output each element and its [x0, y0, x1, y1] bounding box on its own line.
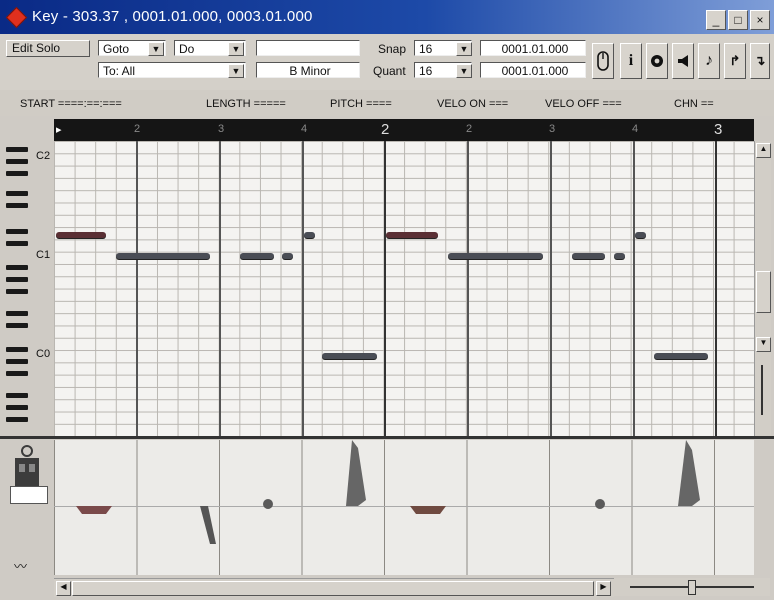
ruler-mark: 3 [549, 123, 556, 135]
midi-note[interactable] [654, 353, 708, 359]
step-up-icon[interactable]: ↱ [724, 43, 746, 79]
ruler-mark: 3 [218, 123, 225, 135]
title-bar[interactable]: Key - 303.37 , 0001.01.000, 0003.01.000 … [0, 0, 774, 34]
mouse-icon[interactable] [592, 43, 614, 79]
velo-on-info: VELO ON === [437, 98, 509, 110]
midi-note[interactable] [304, 232, 315, 238]
velo-off-info: VELO OFF === [545, 98, 622, 110]
zoom-slider-handle[interactable] [688, 580, 696, 595]
info-icon[interactable]: i [620, 43, 642, 79]
horizontal-scroll-thumb[interactable] [72, 581, 594, 596]
midi-note[interactable] [386, 232, 438, 238]
speaker-icon[interactable] [672, 43, 694, 79]
velocity-bar[interactable] [678, 440, 700, 506]
midi-note[interactable] [635, 232, 646, 238]
length-info: LENGTH ===== [206, 98, 286, 110]
octave-label: C1 [36, 249, 51, 261]
piano-keyboard[interactable]: C2 C1 C0 [4, 141, 54, 436]
velocity-bar[interactable] [346, 440, 366, 506]
midi-note[interactable] [572, 253, 605, 259]
position-ruler[interactable]: ▸ 2 3 4 2 2 3 4 3 [54, 119, 754, 141]
horizontal-zoom[interactable] [614, 578, 770, 596]
chn-info: CHN == [674, 98, 714, 110]
midi-note[interactable] [240, 253, 274, 259]
ruler-mark: 2 [466, 123, 473, 135]
minimize-button[interactable]: _ [706, 10, 726, 30]
velocity-bar[interactable] [76, 506, 112, 514]
midi-note[interactable] [322, 353, 377, 359]
scroll-up-icon[interactable]: ▲ [756, 143, 771, 158]
scroll-thumb[interactable] [756, 271, 771, 313]
snap-label: Snap [378, 42, 407, 56]
quant-label: Quant [373, 64, 406, 78]
song-position-pointer[interactable]: ▸ [56, 123, 62, 136]
scroll-left-icon[interactable]: ◀ [56, 581, 71, 596]
maximize-button[interactable]: □ [728, 10, 748, 30]
midi-note[interactable] [116, 253, 210, 259]
midi-note[interactable] [448, 253, 543, 259]
note-icon[interactable]: ♪ [698, 43, 720, 79]
controller-icon[interactable] [12, 444, 42, 488]
snap-dropdown-icon[interactable]: ▼ [456, 42, 472, 56]
vertical-scrollbar[interactable]: ▲ ▼ [754, 141, 771, 436]
key-field[interactable]: B Minor [256, 62, 360, 78]
info-line: START ====:==:=== LENGTH ===== PITCH ===… [0, 90, 774, 116]
ruler-bar-mark: 2 [381, 121, 390, 138]
note-grid[interactable] [54, 141, 754, 436]
solo-icon[interactable] [646, 43, 668, 79]
to-select[interactable]: To: All [98, 62, 246, 78]
quant-dropdown-icon[interactable]: ▼ [456, 64, 472, 78]
close-button[interactable]: × [750, 10, 770, 30]
scroll-down-icon[interactable]: ▼ [756, 337, 771, 352]
filter-input[interactable] [256, 40, 360, 56]
key-editor-window: Key - 303.37 , 0001.01.000, 0003.01.000 … [0, 0, 774, 600]
ruler-mark: 4 [632, 123, 639, 135]
octave-label: C2 [36, 150, 51, 162]
do-dropdown-icon[interactable]: ▼ [228, 42, 244, 56]
ruler-bar-mark: 3 [714, 121, 723, 138]
edit-solo-button[interactable]: Edit Solo [6, 40, 90, 57]
midi-note[interactable] [614, 253, 625, 259]
to-dropdown-icon[interactable]: ▼ [228, 64, 244, 78]
app-icon [5, 6, 28, 29]
step-down-icon[interactable]: ↴ [750, 43, 770, 79]
horizontal-scrollbar[interactable]: ◀ ▶ [54, 578, 614, 597]
midi-note[interactable] [282, 253, 293, 259]
ruler-mark: 4 [301, 123, 308, 135]
position-field-1[interactable]: 0001.01.000 [480, 40, 586, 56]
pitch-info: PITCH ==== [330, 98, 392, 110]
window-title: Key - 303.37 , 0001.01.000, 0003.01.000 [32, 8, 313, 25]
velocity-bar[interactable] [200, 506, 216, 544]
divider [0, 436, 774, 439]
velocity-lane[interactable] [54, 440, 754, 575]
goto-dropdown-icon[interactable]: ▼ [148, 42, 164, 56]
scroll-right-icon[interactable]: ▶ [596, 581, 611, 596]
position-field-2[interactable]: 0001.01.000 [480, 62, 586, 78]
velocity-bar[interactable] [410, 506, 446, 514]
start-info: START ====:==:=== [20, 98, 122, 110]
controller-field[interactable] [10, 486, 48, 504]
midi-note[interactable] [56, 232, 106, 238]
octave-label: C0 [36, 348, 51, 360]
controller-selector: 〰 [4, 440, 54, 575]
ruler-mark: 2 [134, 123, 141, 135]
controller-edit-icon[interactable]: 〰 [14, 556, 27, 575]
vertical-zoom-slider[interactable] [761, 365, 763, 415]
